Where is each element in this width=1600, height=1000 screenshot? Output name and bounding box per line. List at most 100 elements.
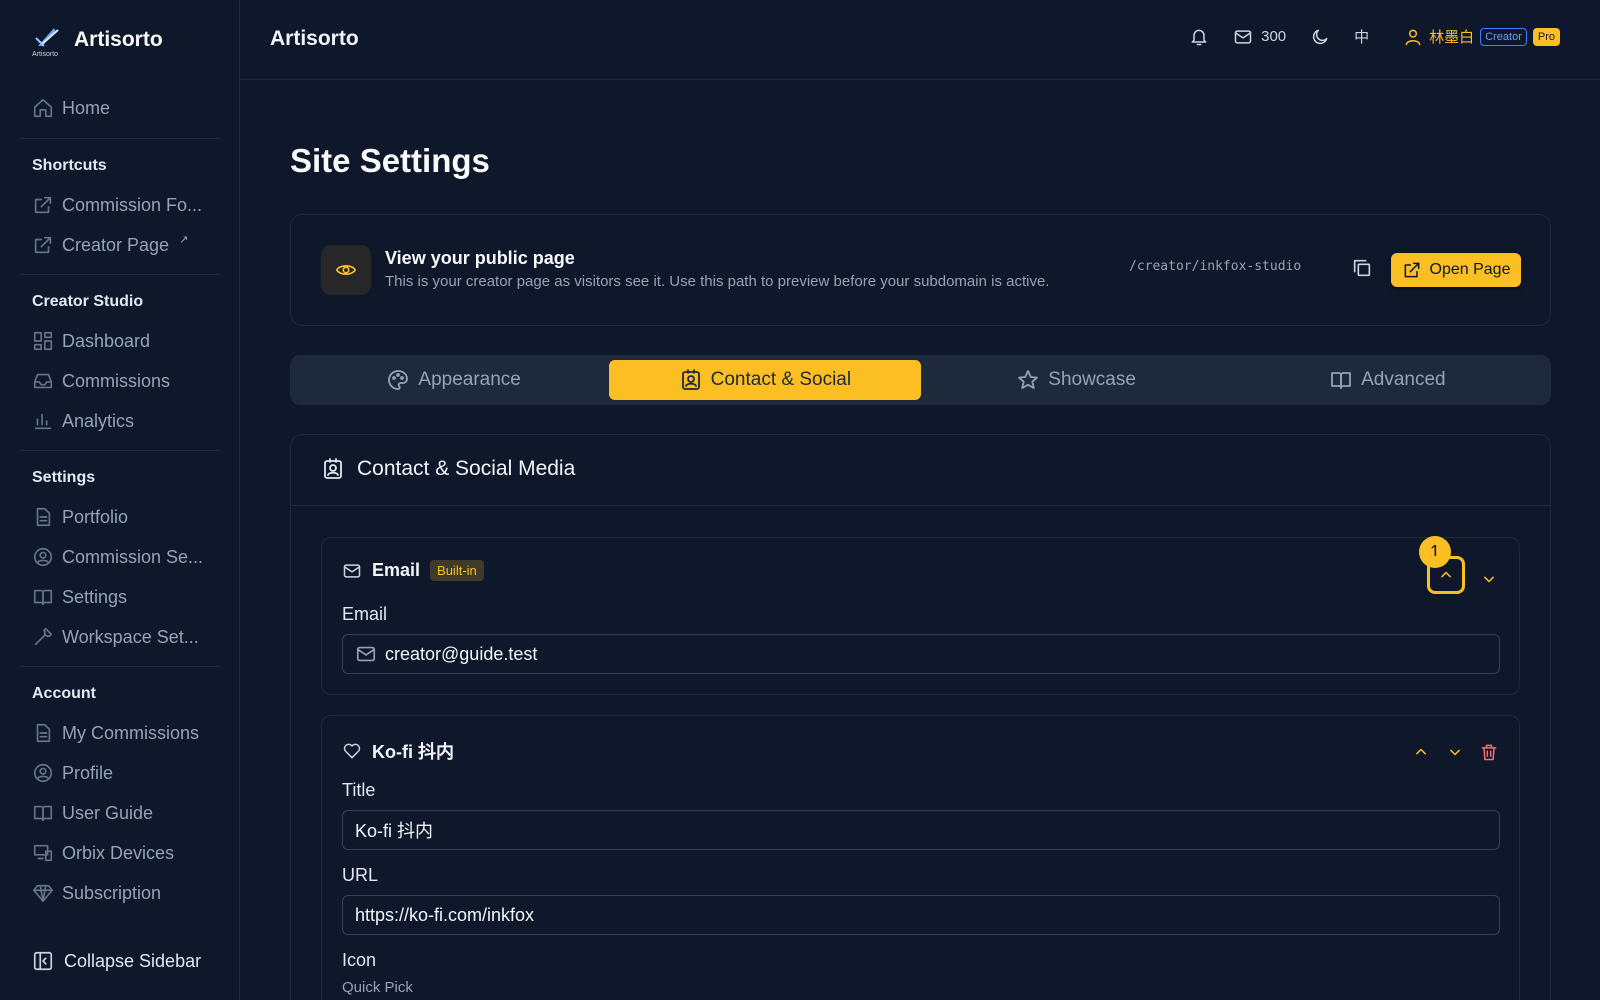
sidebar-item-commissions[interactable]: Commissions xyxy=(20,363,220,399)
title-field[interactable]: Ko-fi 抖内 xyxy=(342,810,1500,850)
sidebar-item-creator-page[interactable]: Creator Page ↗ xyxy=(20,227,220,263)
brand[interactable]: Artisorto Artisorto xyxy=(32,24,163,58)
external-link-icon xyxy=(1404,262,1419,278)
feather-logo-icon xyxy=(35,28,59,47)
url-field-label: URL xyxy=(342,865,379,885)
chart-icon xyxy=(34,413,52,430)
user-circle-icon xyxy=(33,547,53,567)
messages-button[interactable]: 300 xyxy=(1233,27,1286,47)
sidebar-item-commission-settings[interactable]: Commission Se... xyxy=(20,539,220,575)
sidebar-item-commission-form[interactable]: Commission Fo... xyxy=(20,187,220,223)
url-field[interactable]: https://ko-fi.com/inkfox xyxy=(342,895,1500,935)
copy-path-button[interactable] xyxy=(1351,257,1373,279)
tab-label: Contact & Social xyxy=(710,369,852,390)
sidebar-item-my-commissions[interactable]: My Commissions xyxy=(20,715,220,751)
chevron-up-icon xyxy=(1441,571,1451,578)
sidebar-item-label: Commission Se... xyxy=(62,546,204,567)
tab-showcase[interactable]: Showcase xyxy=(921,360,1232,400)
email-card-controls xyxy=(1427,556,1499,594)
email-card-title: Email xyxy=(372,560,421,580)
section-header: Contact & Social Media xyxy=(321,457,575,481)
language-toggle[interactable]: 中 xyxy=(1354,26,1369,47)
notifications-button[interactable] xyxy=(1189,27,1209,47)
mail-count: 300 xyxy=(1261,28,1287,45)
sidebar-item-dashboard[interactable]: Dashboard xyxy=(20,323,220,359)
sidebar-item-subscription[interactable]: Subscription xyxy=(20,875,220,911)
open-page-button[interactable]: Open Page xyxy=(1391,253,1521,287)
tab-contact-social[interactable]: Contact & Social xyxy=(609,360,921,400)
sidebar-item-analytics[interactable]: Analytics xyxy=(20,403,220,439)
inbox-icon xyxy=(33,373,53,389)
sidebar-item-label: Commissions xyxy=(62,370,171,391)
sidebar-item-profile[interactable]: Profile xyxy=(20,755,220,791)
heart-icon xyxy=(343,743,361,759)
chevron-down-icon xyxy=(1450,749,1460,756)
card-title: Ko-fi 抖内 xyxy=(342,738,454,764)
email-field-label: Email xyxy=(342,604,388,624)
public-page-path: /creator/inkfox-studio xyxy=(1129,259,1302,274)
external-link-icon xyxy=(34,236,52,254)
document-icon xyxy=(36,723,51,743)
built-in-badge: Built-in xyxy=(430,560,484,581)
divider xyxy=(20,138,220,139)
sidebar-item-user-guide[interactable]: User Guide xyxy=(20,795,220,831)
star-icon xyxy=(1018,370,1039,389)
book-icon xyxy=(33,805,53,822)
section-title: Contact & Social Media xyxy=(357,457,576,480)
move-down-button[interactable] xyxy=(1445,742,1465,762)
trash-icon xyxy=(1481,744,1497,761)
mail-icon xyxy=(1234,29,1252,44)
pro-badge: Pro xyxy=(1532,27,1560,46)
title-field-label: Title xyxy=(342,780,376,800)
divider xyxy=(291,505,1550,506)
wrench-icon xyxy=(34,627,53,646)
document-icon xyxy=(36,507,51,527)
title-value: Ko-fi 抖内 xyxy=(355,821,434,841)
sidebar-item-label: Portfolio xyxy=(62,506,129,527)
sidebar-item-label: Analytics xyxy=(62,410,135,431)
sidebar-item-settings[interactable]: Settings xyxy=(20,579,220,615)
user-icon xyxy=(1405,29,1421,45)
tab-advanced[interactable]: Advanced xyxy=(1232,360,1543,400)
sidebar-item-orbix-devices[interactable]: Orbix Devices xyxy=(20,835,220,871)
email-value: creator@guide.test xyxy=(385,643,538,664)
chevron-down-icon xyxy=(1484,576,1494,583)
diamond-icon xyxy=(33,884,53,903)
moon-icon xyxy=(1313,29,1328,44)
sidebar-item-label: Profile xyxy=(62,762,114,783)
sidebar-item-label: Orbix Devices xyxy=(62,842,175,863)
sidebar: Artisorto Artisorto Home Shortcuts Commi… xyxy=(0,0,240,1000)
sidebar-item-label: Settings xyxy=(62,586,128,607)
move-up-button[interactable] xyxy=(1411,742,1431,762)
external-link-icon xyxy=(34,196,52,214)
sidebar-item-label: My Commissions xyxy=(62,722,200,743)
divider xyxy=(20,274,220,275)
contact-icon xyxy=(324,458,342,479)
tab-appearance[interactable]: Appearance xyxy=(298,360,609,400)
chevron-up-icon xyxy=(1416,748,1426,755)
icon-field-label: Icon xyxy=(342,950,377,970)
home-icon xyxy=(33,98,53,118)
sidebar-item-portfolio[interactable]: Portfolio xyxy=(20,499,220,535)
theme-toggle[interactable] xyxy=(1310,27,1330,47)
sidebar-item-workspace-settings[interactable]: Workspace Set... xyxy=(20,619,220,655)
sidebar-item-label: Dashboard xyxy=(62,330,151,351)
move-down-button[interactable] xyxy=(1479,569,1499,589)
external-arrow-icon: ↗ xyxy=(179,233,189,246)
section-creator-studio: Creator Studio xyxy=(32,293,144,310)
topbar: Artisorto 300 中 林墨白 Creator Pro xyxy=(240,0,1600,80)
section-account: Account xyxy=(32,685,96,702)
public-page-card: View your public page This is your creat… xyxy=(290,214,1551,326)
email-field[interactable]: creator@guide.test xyxy=(342,634,1500,674)
bell-icon xyxy=(1191,29,1207,45)
move-up-button[interactable] xyxy=(1427,556,1465,594)
user-menu[interactable]: 林墨白 Creator Pro xyxy=(1403,26,1560,47)
kofi-card-controls xyxy=(1411,742,1499,762)
collapse-sidebar-label: Collapse Sidebar xyxy=(64,950,202,971)
kofi-card-title: Ko-fi 抖内 xyxy=(372,742,454,762)
tab-label: Appearance xyxy=(418,369,521,390)
dashboard-icon xyxy=(33,331,53,351)
collapse-sidebar-button[interactable]: Collapse Sidebar xyxy=(20,950,230,972)
delete-button[interactable] xyxy=(1479,742,1499,762)
sidebar-item-home[interactable]: Home xyxy=(20,90,220,126)
